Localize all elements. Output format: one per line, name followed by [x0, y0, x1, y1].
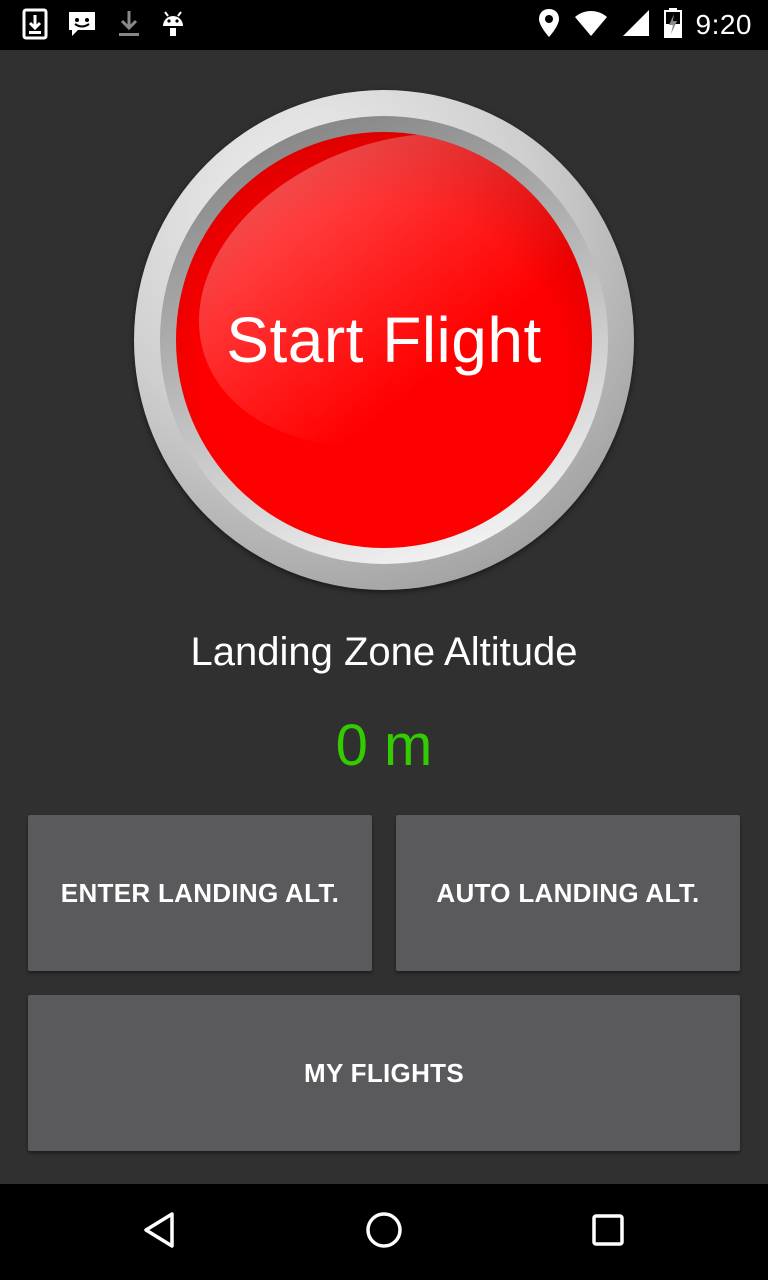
wifi-icon	[574, 9, 608, 42]
home-icon	[364, 1210, 404, 1255]
recents-icon	[588, 1210, 628, 1255]
landing-zone-title: Landing Zone Altitude	[190, 630, 578, 674]
cell-signal-icon	[622, 9, 650, 42]
landing-zone-altitude-value: 0 m	[335, 713, 433, 778]
android-debug-icon	[160, 8, 186, 45]
download-icon	[116, 8, 142, 45]
auto-landing-alt-button[interactable]: AUTO LANDING ALT.	[396, 815, 740, 971]
main-content: Start Flight Landing Zone Altitude 0 m E…	[0, 50, 768, 1184]
start-flight-button[interactable]: Start Flight	[134, 90, 634, 590]
my-flights-button[interactable]: MY FLIGHTS	[28, 995, 740, 1151]
battery-charging-icon	[663, 7, 682, 43]
system-icons: 9:20	[538, 7, 753, 43]
back-icon	[140, 1210, 180, 1255]
home-button[interactable]	[360, 1208, 408, 1256]
messenger-icon	[66, 8, 98, 45]
back-button[interactable]	[136, 1208, 184, 1256]
status-time: 9:20	[695, 9, 752, 40]
start-button-face	[176, 132, 592, 548]
enter-landing-alt-button[interactable]: ENTER LANDING ALT.	[28, 815, 372, 971]
notification-icons	[22, 8, 186, 45]
status-bar: 9:20	[0, 0, 768, 50]
recents-button[interactable]	[584, 1208, 632, 1256]
location-icon	[538, 8, 560, 43]
navigation-bar	[0, 1184, 768, 1280]
download-box-icon	[22, 8, 48, 45]
